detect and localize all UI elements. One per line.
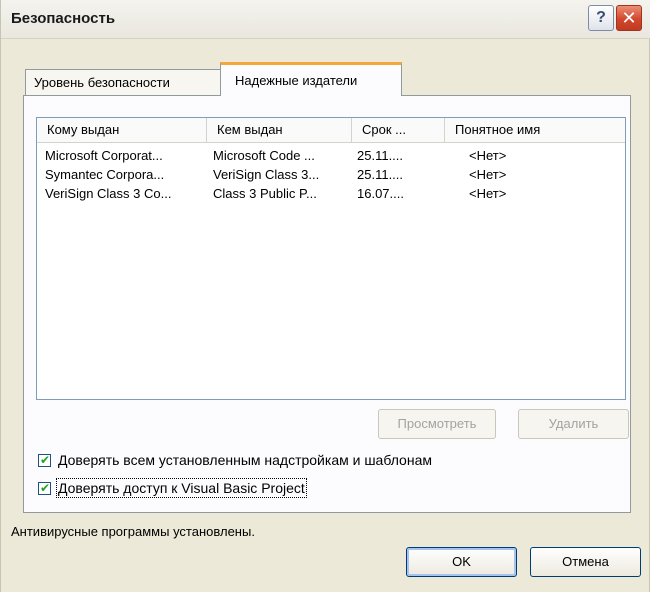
trust-addins-label[interactable]: Доверять всем установленным надстройкам … <box>58 452 432 468</box>
ok-button[interactable]: OK <box>406 547 517 577</box>
window-title: Безопасность <box>11 10 116 27</box>
trust-addins-checkbox[interactable]: ✔ <box>38 453 51 467</box>
title-bar[interactable]: Безопасность ? ✕ <box>1 0 650 39</box>
cell-expiration: 16.07.... <box>357 186 404 201</box>
cell-friendly-name: <Нет> <box>469 186 507 201</box>
publishers-list[interactable]: Кому выдан Кем выдан Срок ... Понятное и… <box>36 117 626 400</box>
cell-expiration: 25.11.... <box>357 167 404 182</box>
delete-button[interactable]: Удалить <box>518 409 629 439</box>
cell-expiration: 25.11.... <box>357 148 404 163</box>
cell-issued-by: Microsoft Code ... <box>213 148 315 163</box>
column-expiration[interactable]: Срок ... <box>352 118 445 142</box>
cell-friendly-name: <Нет> <box>469 148 507 163</box>
column-issued-to[interactable]: Кому выдан <box>37 118 207 142</box>
cell-issued-to: Microsoft Corporat... <box>45 148 163 163</box>
checkmark-icon: ✔ <box>40 481 51 495</box>
tab-security-level[interactable]: Уровень безопасности <box>25 69 221 95</box>
antivirus-status: Антивирусные программы установлены. <box>11 524 255 539</box>
help-button[interactable]: ? <box>588 5 614 31</box>
cancel-button[interactable]: Отмена <box>530 547 641 577</box>
cell-issued-to: VeriSign Class 3 Co... <box>45 186 172 201</box>
list-row[interactable]: VeriSign Class 3 Co... Class 3 Public P.… <box>37 184 625 203</box>
column-issued-by[interactable]: Кем выдан <box>207 118 352 142</box>
tab-trusted-publishers[interactable]: Надежные издатели <box>220 62 402 96</box>
list-row[interactable]: Microsoft Corporat... Microsoft Code ...… <box>37 146 625 165</box>
list-row[interactable]: Symantec Corpora... VeriSign Class 3... … <box>37 165 625 184</box>
trust-vbproject-checkbox[interactable]: ✔ <box>38 481 51 495</box>
cell-issued-to: Symantec Corpora... <box>45 167 165 182</box>
cell-issued-by: Class 3 Public P... <box>213 186 317 201</box>
cell-issued-by: VeriSign Class 3... <box>213 167 320 182</box>
view-button[interactable]: Просмотреть <box>378 409 496 439</box>
checkmark-icon: ✔ <box>40 453 51 467</box>
trust-vbproject-label[interactable]: Доверять доступ к Visual Basic Project <box>56 478 307 498</box>
cell-friendly-name: <Нет> <box>469 167 507 182</box>
close-button[interactable]: ✕ <box>616 5 642 31</box>
security-dialog: Безопасность ? ✕ Уровень безопасности На… <box>0 0 650 592</box>
column-friendly-name[interactable]: Понятное имя <box>445 118 620 142</box>
list-header: Кому выдан Кем выдан Срок ... Понятное и… <box>37 118 625 143</box>
